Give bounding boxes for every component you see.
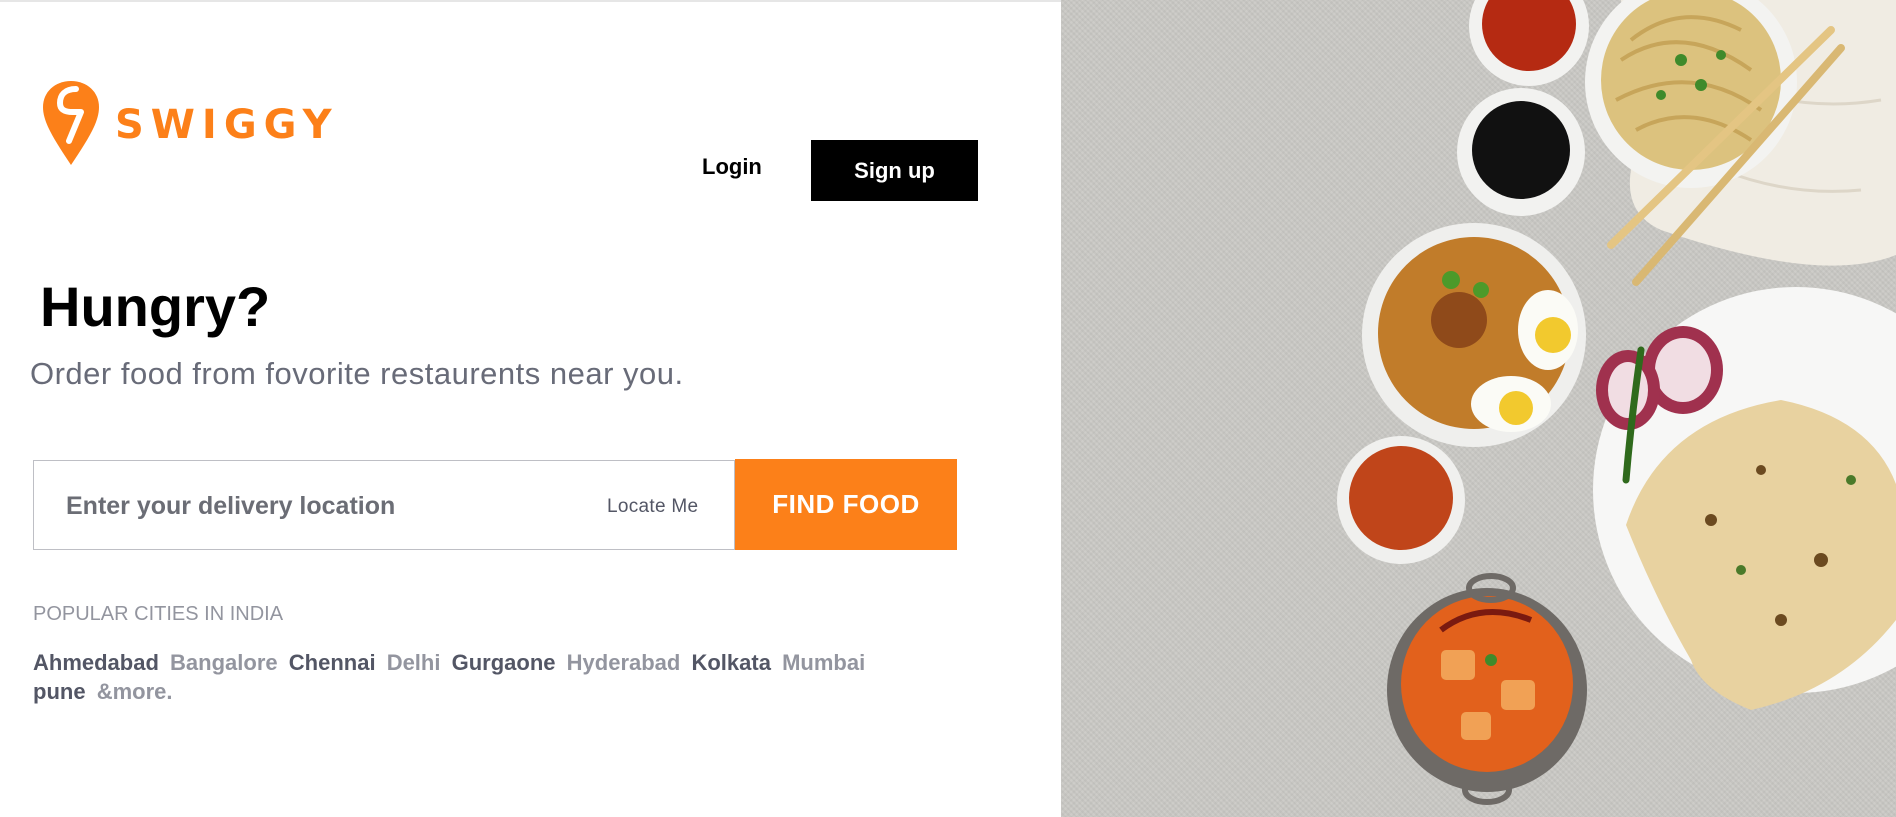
signup-button[interactable]: Sign up [811,140,978,201]
left-pane: SWIGGY Login Sign up Hungry? Order food … [0,0,1061,817]
food-platter-image [1061,0,1896,817]
city-link-bangalore[interactable]: Bangalore [170,650,278,675]
city-link-gurgaone[interactable]: Gurgaone [452,650,556,675]
city-link-mumbai[interactable]: Mumbai [782,650,865,675]
popular-cities-list: Ahmedabad Bangalore Chennai Delhi Gurgao… [33,648,933,706]
delivery-location-box: Locate Me [33,460,735,551]
swiggy-logo-icon [43,81,99,165]
city-link-chennai[interactable]: Chennai [289,650,376,675]
more-cities-link[interactable]: &more. [97,679,173,704]
login-link[interactable]: Login [702,154,762,180]
find-food-button[interactable]: FIND FOOD [735,459,957,550]
popular-cities-title: POPULAR CITIES IN INDIA [33,603,284,625]
locate-me-button[interactable]: Locate Me [607,496,698,518]
city-link-pune[interactable]: pune [33,679,86,704]
city-link-ahmedabad[interactable]: Ahmedabad [33,650,159,675]
delivery-location-input[interactable] [64,461,568,551]
hero-headline: Hungry? [40,275,271,338]
hero-subheadline: Order food from fovorite restaurents nea… [30,356,684,391]
city-link-hyderabad[interactable]: Hyderabad [567,650,681,675]
brand-logo[interactable]: SWIGGY [43,81,339,165]
brand-name: SWIGGY [115,102,339,148]
city-link-delhi[interactable]: Delhi [387,650,441,675]
city-link-kolkata[interactable]: Kolkata [691,650,770,675]
